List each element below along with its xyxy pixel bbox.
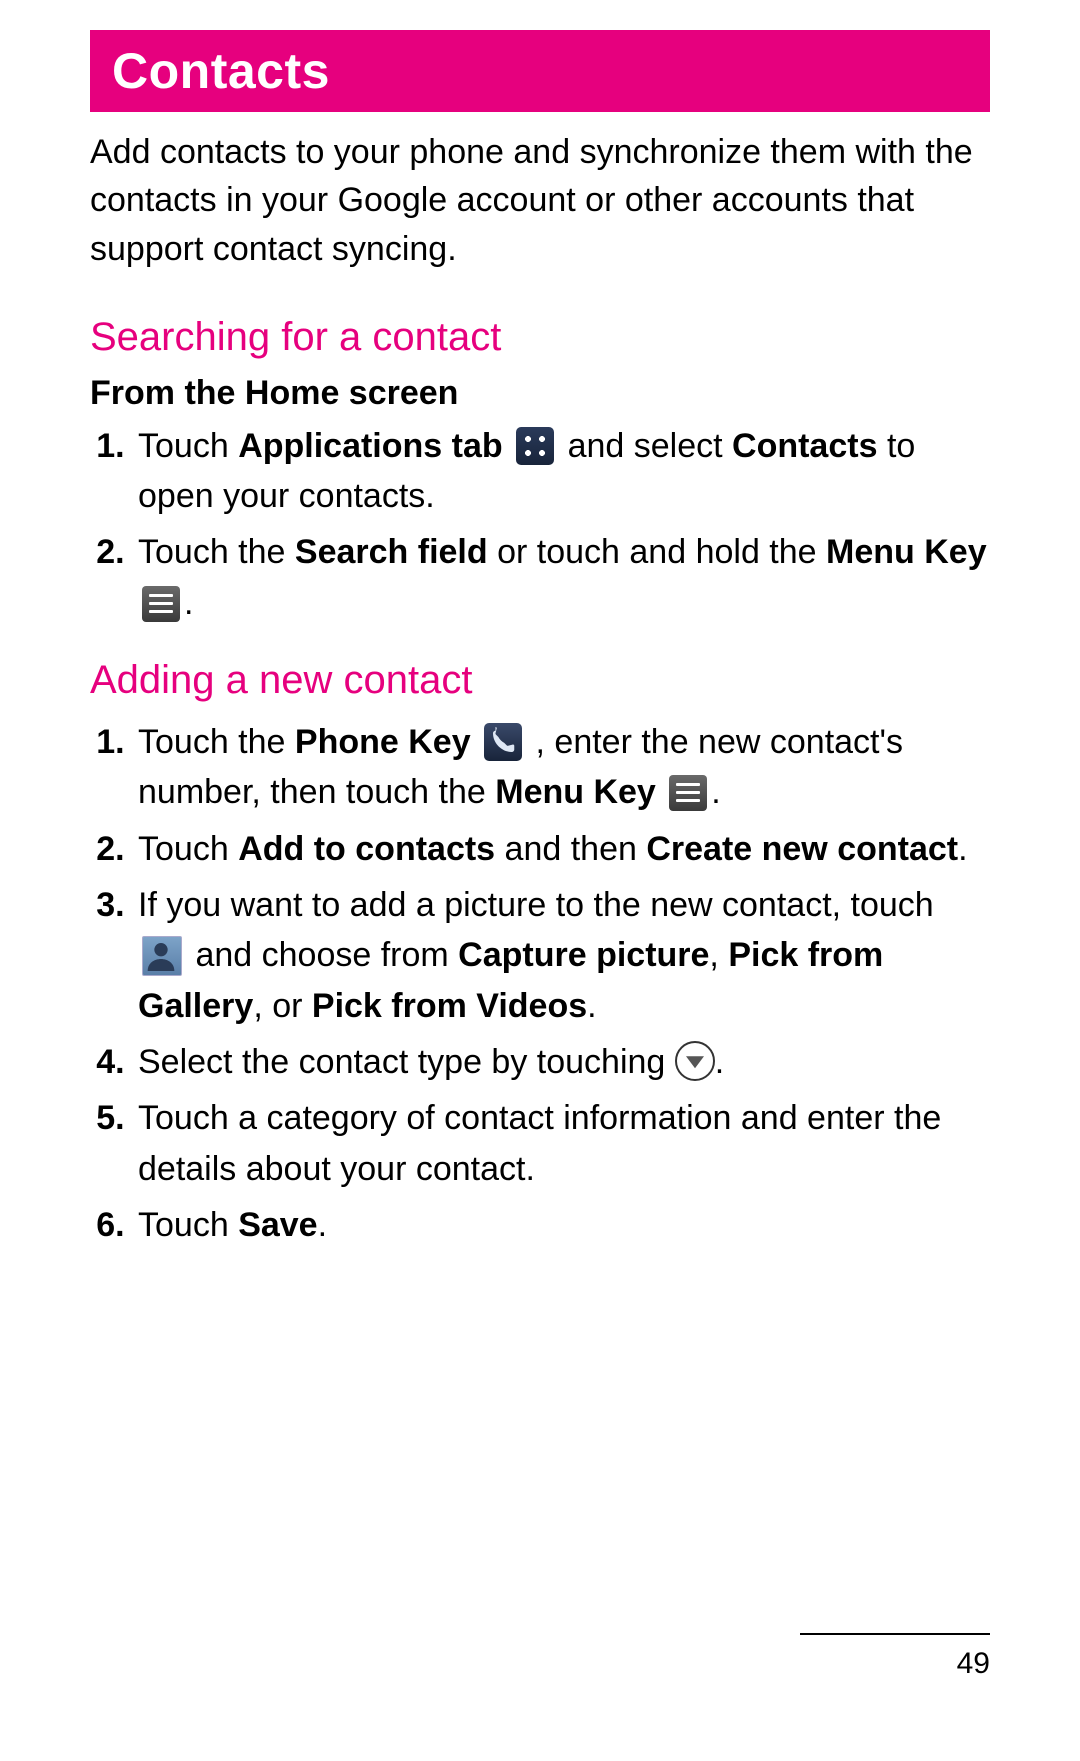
step-text: Touch the: [138, 723, 295, 761]
step-item: Touch the Search field or touch and hold…: [134, 527, 990, 628]
step-text: Touch: [138, 427, 238, 465]
step-text: and select: [568, 427, 732, 465]
step-item: Touch Add to contacts and then Create ne…: [134, 824, 990, 874]
step-bold: Menu Key: [495, 773, 656, 811]
step-text: Touch: [138, 1206, 238, 1244]
step-text: Select the contact type by touching: [138, 1043, 675, 1081]
step-text: .: [715, 1043, 724, 1081]
step-item: If you want to add a picture to the new …: [134, 880, 990, 1031]
intro-paragraph: Add contacts to your phone and synchroni…: [90, 128, 990, 273]
page-title-banner: Contacts: [90, 30, 990, 112]
phone-key-icon: [484, 723, 522, 761]
step-bold: Capture picture: [458, 936, 709, 974]
step-item: Touch Applications tab and select Contac…: [134, 421, 990, 522]
step-text: .: [184, 584, 193, 622]
step-text: .: [587, 987, 596, 1025]
step-bold: Save: [238, 1206, 317, 1244]
step-text: Touch the: [138, 533, 295, 571]
applications-tab-icon: [516, 427, 554, 465]
step-bold: Contacts: [732, 427, 877, 465]
contact-avatar-icon: [142, 936, 182, 976]
step-text: or touch and hold the: [497, 533, 826, 571]
step-text: ,: [709, 936, 728, 974]
page-footer: 49: [800, 1633, 990, 1681]
step-item: Touch a category of contact information …: [134, 1093, 990, 1194]
step-text: and then: [505, 830, 647, 868]
step-text: Touch: [138, 830, 238, 868]
step-bold: Search field: [295, 533, 488, 571]
step-bold: Phone Key: [295, 723, 471, 761]
section-subhead: From the Home screen: [90, 374, 990, 413]
step-item: Select the contact type by touching .: [134, 1037, 990, 1087]
page-number: 49: [957, 1647, 990, 1680]
step-bold: Add to contacts: [238, 830, 495, 868]
step-item: Touch Save.: [134, 1200, 990, 1250]
menu-key-icon: [669, 775, 707, 811]
steps-list-adding: Touch the Phone Key , enter the new cont…: [90, 717, 990, 1250]
section-heading-adding: Adding a new contact: [90, 658, 990, 703]
step-bold: Menu Key: [826, 533, 987, 571]
step-item: Touch the Phone Key , enter the new cont…: [134, 717, 990, 818]
contact-type-dropdown-icon: [675, 1041, 715, 1081]
menu-key-icon: [142, 586, 180, 622]
step-text: , or: [253, 987, 312, 1025]
step-text: .: [318, 1206, 327, 1244]
step-text: .: [711, 773, 720, 811]
step-text: Touch a category of contact information …: [138, 1099, 941, 1187]
step-bold: Create new contact: [646, 830, 958, 868]
footer-rule: [800, 1633, 990, 1635]
step-bold: Applications tab: [238, 427, 502, 465]
step-text: If you want to add a picture to the new …: [138, 886, 934, 924]
page-title: Contacts: [112, 43, 330, 99]
steps-list-searching: Touch Applications tab and select Contac…: [90, 421, 990, 628]
step-text: .: [958, 830, 967, 868]
step-text: and choose from: [195, 936, 458, 974]
manual-page: Contacts Add contacts to your phone and …: [0, 0, 1080, 1761]
section-heading-searching: Searching for a contact: [90, 315, 990, 360]
step-bold: Pick from Videos: [312, 987, 587, 1025]
